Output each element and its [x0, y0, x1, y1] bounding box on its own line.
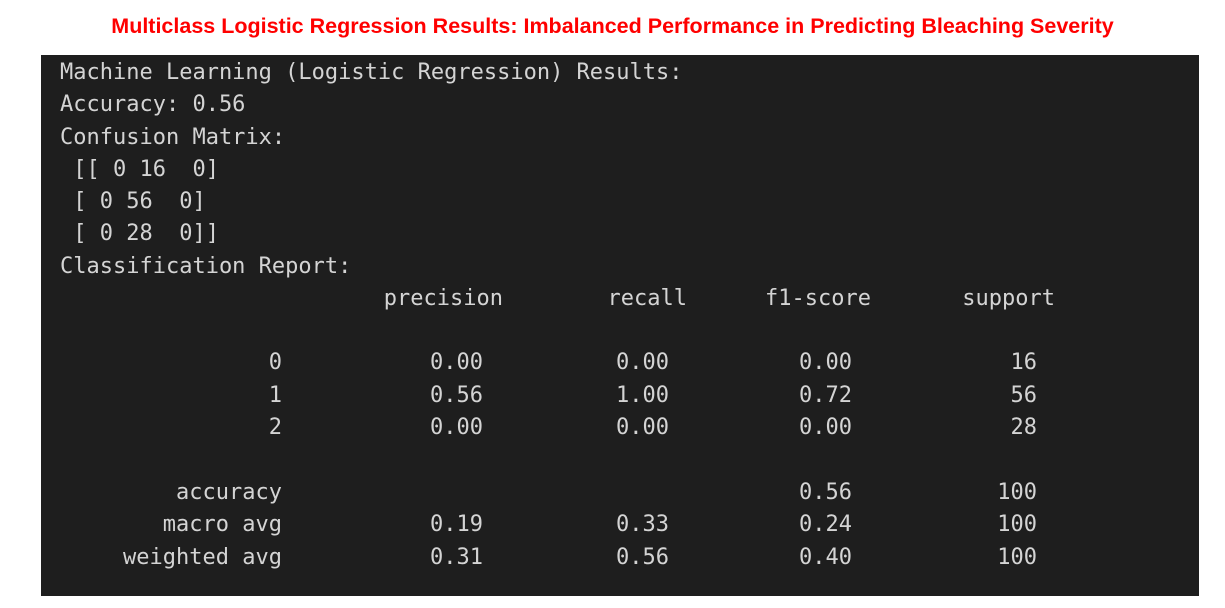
- confusion-matrix-row: [[ 0 16 0]: [60, 157, 219, 182]
- f1-score-value: 0.40: [799, 545, 852, 570]
- support-value: 100: [997, 480, 1037, 505]
- precision-value: 0.00: [430, 350, 483, 375]
- row-label: 1: [268, 383, 282, 408]
- support-value: 100: [997, 512, 1037, 537]
- support-value: 100: [997, 545, 1037, 570]
- f1-score-value: 0.72: [799, 383, 852, 408]
- row-label: macro avg: [162, 512, 282, 537]
- precision-value: 0.56: [430, 383, 483, 408]
- report-header-row: precision recall f1-score support: [41, 283, 1199, 315]
- confusion-matrix-title: Confusion Matrix:: [60, 125, 286, 150]
- f1-score-value: 0.00: [799, 350, 852, 375]
- f1-score-value: 0.56: [799, 480, 852, 505]
- recall-value: 0.00: [616, 415, 669, 440]
- row-label: 0: [268, 350, 282, 375]
- report-header-recall: recall: [607, 286, 687, 311]
- f1-score-value: 0.24: [799, 512, 852, 537]
- report-header-f1-score: f1-score: [765, 286, 871, 311]
- report-header-support: support: [962, 286, 1055, 311]
- row-label: weighted avg: [123, 545, 282, 570]
- precision-value: 0.19: [430, 512, 483, 537]
- report-row-macro-avg: macro avg 0.19 0.33 0.24 100: [41, 509, 1199, 541]
- classification-report-title: Classification Report:: [60, 254, 352, 279]
- report-row-class-0: 0 0.00 0.00 0.00 16: [41, 347, 1199, 379]
- support-value: 16: [1010, 350, 1038, 375]
- figure-caption: Multiclass Logistic Regression Results: …: [111, 14, 1114, 38]
- recall-value: 0.33: [616, 512, 669, 537]
- report-row-class-2: 2 0.00 0.00 0.00 28: [41, 412, 1199, 444]
- page: Multiclass Logistic Regression Results: …: [0, 0, 1225, 608]
- report-row-class-1: 1 0.56 1.00 0.72 56: [41, 380, 1199, 412]
- row-label: accuracy: [176, 480, 282, 505]
- recall-value: 0.56: [616, 545, 669, 570]
- precision-value: 0.31: [430, 545, 483, 570]
- row-label: 2: [268, 415, 282, 440]
- report-header-precision: precision: [383, 286, 503, 311]
- confusion-matrix-row: [ 0 56 0]: [60, 189, 206, 214]
- f1-score-value: 0.00: [799, 415, 852, 440]
- precision-value: 0.00: [430, 415, 483, 440]
- recall-value: 1.00: [616, 383, 669, 408]
- report-row-accuracy: accuracy 0.56 100: [41, 477, 1199, 509]
- confusion-matrix-row: [ 0 28 0]]: [60, 221, 219, 246]
- recall-value: 0.00: [616, 350, 669, 375]
- support-value: 56: [1010, 383, 1038, 408]
- accuracy-line: Accuracy: 0.56: [60, 92, 246, 117]
- results-heading: Machine Learning (Logistic Regression) R…: [60, 60, 683, 85]
- terminal-output[interactable]: Machine Learning (Logistic Regression) R…: [41, 55, 1199, 596]
- report-row-weighted-avg: weighted avg 0.31 0.56 0.40 100: [41, 542, 1199, 574]
- support-value: 28: [1010, 415, 1038, 440]
